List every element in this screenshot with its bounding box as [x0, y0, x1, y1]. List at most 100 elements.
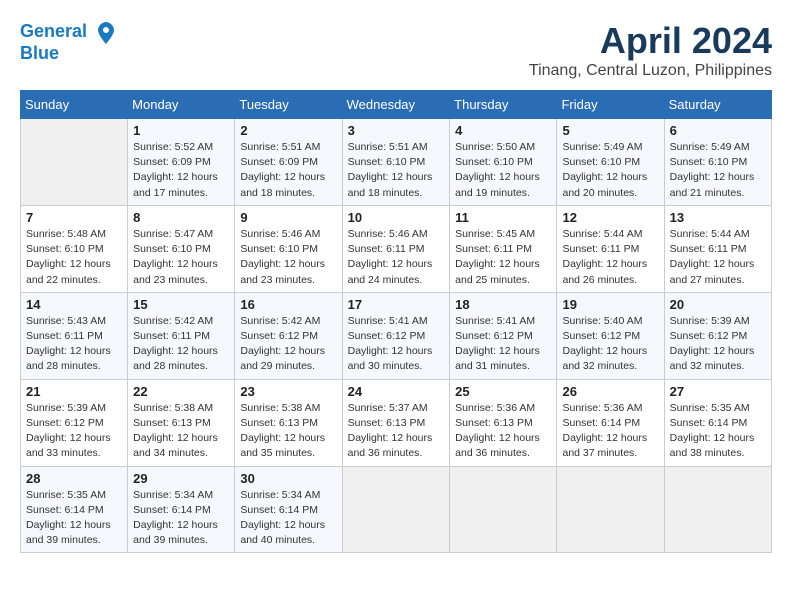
day-cell: 2 Sunrise: 5:51 AMSunset: 6:09 PMDaylight…: [235, 119, 342, 206]
week-row-4: 21Sunrise: 5:39 AMSunset: 6:12 PMDayligh…: [21, 379, 772, 466]
day-number: 29: [133, 471, 229, 486]
day-info: Sunrise: 5:41 AMSunset: 6:12 PMDaylight:…: [348, 314, 445, 375]
day-cell: 4 Sunrise: 5:50 AMSunset: 6:10 PMDaylight…: [450, 119, 557, 206]
day-cell: 10 Sunrise: 5:46 AMSunset: 6:11 PMDayligh…: [342, 205, 450, 292]
day-number: 15: [133, 297, 229, 312]
day-number: 30: [240, 471, 336, 486]
day-number: 20: [670, 297, 766, 312]
week-row-5: 28 Sunrise: 5:35 AMSunset: 6:14 PMDayligh…: [21, 466, 772, 553]
day-number: 3: [348, 123, 445, 138]
day-cell: 13 Sunrise: 5:44 AMSunset: 6:11 PMDayligh…: [664, 205, 771, 292]
day-cell: [450, 466, 557, 553]
day-number: 4: [455, 123, 551, 138]
day-cell: [664, 466, 771, 553]
day-cell: 5 Sunrise: 5:49 AMSunset: 6:10 PMDaylight…: [557, 119, 664, 206]
day-info: Sunrise: 5:50 AMSunset: 6:10 PMDaylight:…: [455, 140, 551, 201]
day-cell: [342, 466, 450, 553]
day-info: Sunrise: 5:49 AMSunset: 6:10 PMDaylight:…: [670, 140, 766, 201]
weekday-header-row: SundayMondayTuesdayWednesdayThursdayFrid…: [21, 91, 772, 119]
day-info: Sunrise: 5:49 AMSunset: 6:10 PMDaylight:…: [562, 140, 658, 201]
calendar-table: SundayMondayTuesdayWednesdayThursdayFrid…: [20, 90, 772, 553]
day-number: 5: [562, 123, 658, 138]
day-info: Sunrise: 5:45 AMSunset: 6:11 PMDaylight:…: [455, 227, 551, 288]
day-cell: 1 Sunrise: 5:52 AMSunset: 6:09 PMDaylight…: [128, 119, 235, 206]
day-number: 22: [133, 384, 229, 399]
day-number: 6: [670, 123, 766, 138]
day-info: Sunrise: 5:46 AMSunset: 6:11 PMDaylight:…: [348, 227, 445, 288]
month-title: April 2024: [529, 20, 772, 62]
day-cell: 30Sunrise: 5:34 AMSunset: 6:14 PMDayligh…: [235, 466, 342, 553]
day-info: Sunrise: 5:48 AMSunset: 6:10 PMDaylight:…: [26, 227, 122, 288]
day-cell: 29 Sunrise: 5:34 AMSunset: 6:14 PMDayligh…: [128, 466, 235, 553]
day-cell: 25 Sunrise: 5:36 AMSunset: 6:13 PMDayligh…: [450, 379, 557, 466]
day-number: 19: [562, 297, 658, 312]
day-number: 2: [240, 123, 336, 138]
day-number: 27: [670, 384, 766, 399]
day-number: 7: [26, 210, 122, 225]
day-number: 12: [562, 210, 658, 225]
day-cell: [557, 466, 664, 553]
weekday-header-saturday: Saturday: [664, 91, 771, 119]
day-cell: 22 Sunrise: 5:38 AMSunset: 6:13 PMDayligh…: [128, 379, 235, 466]
day-info: Sunrise: 5:35 AMSunset: 6:14 PMDaylight:…: [670, 401, 766, 462]
day-number: 16: [240, 297, 336, 312]
day-info: Sunrise: 5:44 AMSunset: 6:11 PMDaylight:…: [670, 227, 766, 288]
day-info: Sunrise: 5:34 AMSunset: 6:14 PMDaylight:…: [133, 488, 229, 549]
day-cell: 12 Sunrise: 5:44 AMSunset: 6:11 PMDayligh…: [557, 205, 664, 292]
day-cell: 9 Sunrise: 5:46 AMSunset: 6:10 PMDaylight…: [235, 205, 342, 292]
title-area: April 2024 Tinang, Central Luzon, Philip…: [529, 20, 772, 80]
day-info: Sunrise: 5:42 AMSunset: 6:12 PMDaylight:…: [240, 314, 336, 375]
day-info: Sunrise: 5:46 AMSunset: 6:10 PMDaylight:…: [240, 227, 336, 288]
day-cell: 24 Sunrise: 5:37 AMSunset: 6:13 PMDayligh…: [342, 379, 450, 466]
day-cell: 8Sunrise: 5:47 AMSunset: 6:10 PMDaylight…: [128, 205, 235, 292]
location-subtitle: Tinang, Central Luzon, Philippines: [529, 62, 772, 80]
week-row-3: 14 Sunrise: 5:43 AMSunset: 6:11 PMDayligh…: [21, 292, 772, 379]
day-info: Sunrise: 5:41 AMSunset: 6:12 PMDaylight:…: [455, 314, 551, 375]
logo-text: General: [20, 20, 118, 44]
day-cell: 28 Sunrise: 5:35 AMSunset: 6:14 PMDayligh…: [21, 466, 128, 553]
day-info: Sunrise: 5:52 AMSunset: 6:09 PMDaylight:…: [133, 140, 229, 201]
day-cell: 18Sunrise: 5:41 AMSunset: 6:12 PMDayligh…: [450, 292, 557, 379]
week-row-1: 1 Sunrise: 5:52 AMSunset: 6:09 PMDaylight…: [21, 119, 772, 206]
day-number: 9: [240, 210, 336, 225]
weekday-header-friday: Friday: [557, 91, 664, 119]
day-cell: 16 Sunrise: 5:42 AMSunset: 6:12 PMDayligh…: [235, 292, 342, 379]
day-info: Sunrise: 5:39 AMSunset: 6:12 PMDaylight:…: [670, 314, 766, 375]
day-number: 28: [26, 471, 122, 486]
day-number: 10: [348, 210, 445, 225]
weekday-header-tuesday: Tuesday: [235, 91, 342, 119]
day-info: Sunrise: 5:35 AMSunset: 6:14 PMDaylight:…: [26, 488, 122, 549]
page-header: General Blue April 2024 Tinang, Central …: [20, 20, 772, 80]
day-info: Sunrise: 5:43 AMSunset: 6:11 PMDaylight:…: [26, 314, 122, 375]
day-cell: 23 Sunrise: 5:38 AMSunset: 6:13 PMDayligh…: [235, 379, 342, 466]
day-number: 14: [26, 297, 122, 312]
day-info: Sunrise: 5:51 AMSunset: 6:09 PMDaylight:…: [240, 140, 336, 201]
day-cell: 11Sunrise: 5:45 AMSunset: 6:11 PMDayligh…: [450, 205, 557, 292]
day-info: Sunrise: 5:38 AMSunset: 6:13 PMDaylight:…: [133, 401, 229, 462]
day-number: 26: [562, 384, 658, 399]
day-number: 13: [670, 210, 766, 225]
day-info: Sunrise: 5:36 AMSunset: 6:14 PMDaylight:…: [562, 401, 658, 462]
day-number: 24: [348, 384, 445, 399]
day-number: 21: [26, 384, 122, 399]
day-cell: 15 Sunrise: 5:42 AMSunset: 6:11 PMDayligh…: [128, 292, 235, 379]
day-info: Sunrise: 5:51 AMSunset: 6:10 PMDaylight:…: [348, 140, 445, 201]
day-number: 25: [455, 384, 551, 399]
logo: General Blue: [20, 20, 118, 64]
day-info: Sunrise: 5:44 AMSunset: 6:11 PMDaylight:…: [562, 227, 658, 288]
weekday-header-monday: Monday: [128, 91, 235, 119]
day-cell: 26 Sunrise: 5:36 AMSunset: 6:14 PMDayligh…: [557, 379, 664, 466]
day-info: Sunrise: 5:38 AMSunset: 6:13 PMDaylight:…: [240, 401, 336, 462]
day-number: 23: [240, 384, 336, 399]
day-cell: 20 Sunrise: 5:39 AMSunset: 6:12 PMDayligh…: [664, 292, 771, 379]
day-number: 1: [133, 123, 229, 138]
weekday-header-thursday: Thursday: [450, 91, 557, 119]
day-number: 8: [133, 210, 229, 225]
day-info: Sunrise: 5:36 AMSunset: 6:13 PMDaylight:…: [455, 401, 551, 462]
week-row-2: 7 Sunrise: 5:48 AMSunset: 6:10 PMDaylight…: [21, 205, 772, 292]
day-info: Sunrise: 5:42 AMSunset: 6:11 PMDaylight:…: [133, 314, 229, 375]
day-cell: [21, 119, 128, 206]
day-cell: 21Sunrise: 5:39 AMSunset: 6:12 PMDayligh…: [21, 379, 128, 466]
weekday-header-wednesday: Wednesday: [342, 91, 450, 119]
day-info: Sunrise: 5:37 AMSunset: 6:13 PMDaylight:…: [348, 401, 445, 462]
